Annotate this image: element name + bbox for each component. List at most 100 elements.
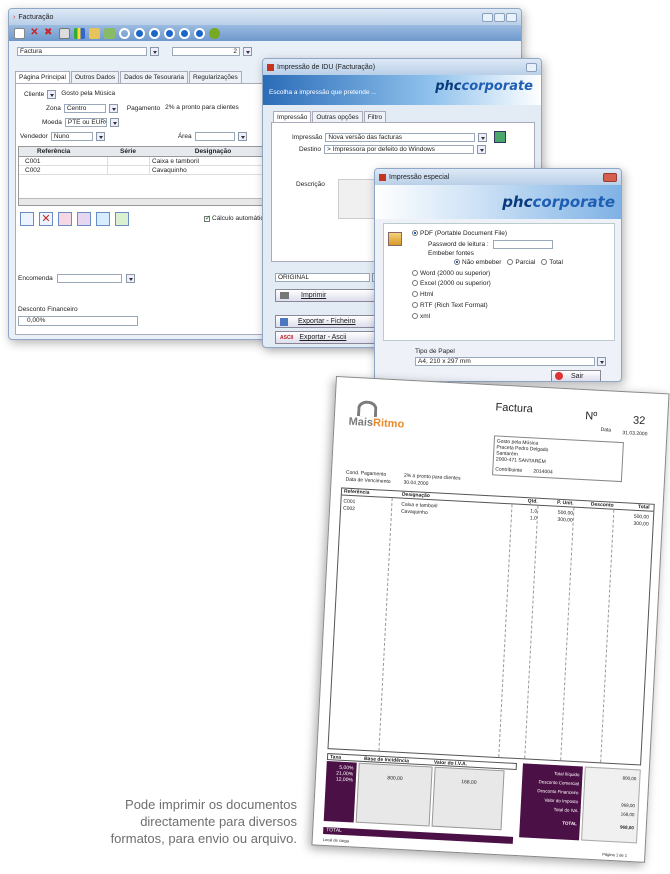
folder-icon[interactable] <box>89 27 100 39</box>
row-serie <box>107 166 149 174</box>
delete-line-icon[interactable]: ✕ <box>39 212 53 226</box>
row-serie <box>107 157 149 165</box>
total-bar-label: TOTAL <box>326 827 343 834</box>
tab-pagina-principal[interactable]: Página Principal <box>15 71 70 83</box>
doc-number-lookup[interactable] <box>243 47 252 56</box>
area-label: Área <box>177 133 192 140</box>
import-icon[interactable] <box>115 212 129 226</box>
moeda-field[interactable]: PTE ou EURO <box>64 118 107 127</box>
imprimir-button[interactable]: Imprimir <box>275 289 380 302</box>
col-designacao[interactable]: Designação <box>149 147 277 156</box>
col-qtd: Qtd. <box>527 498 538 505</box>
tools-icon[interactable] <box>104 27 115 39</box>
invoice-preview: MaisRitmo Factura Nº 32 Data 31.03.2000 … <box>311 376 670 863</box>
col-serie[interactable]: Série <box>107 147 149 156</box>
totals-value: 968,00 <box>619 824 634 831</box>
layout-icon[interactable] <box>494 131 507 143</box>
pagamento-field[interactable]: 2% a pronto para clientes <box>163 104 254 113</box>
data-venc-value: 30.04.2000 <box>403 479 429 487</box>
zona-dropdown[interactable] <box>108 104 118 113</box>
phc-banner: Escolha a impressão que pretende ... phc… <box>263 75 541 105</box>
exportar-ascii-button[interactable]: ASCII Exportar - Ascii <box>275 331 380 344</box>
cliente-lookup[interactable] <box>47 90 57 99</box>
vendedor-dropdown[interactable] <box>95 132 105 141</box>
window-controls <box>482 12 517 22</box>
tab-dados-tesouraria[interactable]: Dados de Tesouraria <box>120 71 188 83</box>
password-field[interactable] <box>492 240 553 249</box>
nav-prev-icon[interactable] <box>149 27 160 39</box>
desconto-field[interactable]: 0,00% <box>18 316 138 326</box>
doc-type-dropdown[interactable] <box>150 47 159 56</box>
new-doc-icon[interactable] <box>14 27 25 39</box>
caption: Pode imprimir os documentos directamente… <box>14 796 297 847</box>
chart-icon[interactable] <box>74 27 85 39</box>
tab-outros-dados[interactable]: Outros Dados <box>70 71 120 83</box>
area-dropdown[interactable] <box>237 132 247 141</box>
cancel-icon[interactable]: ✖ <box>44 27 55 39</box>
nav-first-icon[interactable] <box>134 27 145 39</box>
items-table: Referência Designação Qtd. P. Unit. Desc… <box>327 487 655 766</box>
phc-banner: phccorporate <box>375 185 621 219</box>
excel-radio[interactable] <box>412 280 418 287</box>
footer-left: Local de carga <box>322 836 350 844</box>
contribuinte-label: Contribuinte <box>495 466 523 474</box>
html-label: Html <box>420 291 434 298</box>
help-icon[interactable] <box>209 27 220 39</box>
sair-label: Sair <box>571 372 584 380</box>
vendedor-field[interactable]: Nuno <box>50 132 93 141</box>
zona-field[interactable]: Centro <box>63 104 106 113</box>
doc-type-select[interactable]: Factura <box>17 47 147 56</box>
print-options-icon <box>388 232 402 246</box>
refresh-icon[interactable] <box>194 27 205 39</box>
search-icon[interactable] <box>119 27 130 39</box>
embed-total-radio[interactable] <box>541 259 548 266</box>
rtf-radio[interactable] <box>412 302 418 309</box>
tab-regularizacoes[interactable]: Regularizações <box>188 71 242 83</box>
word-radio[interactable] <box>412 270 418 277</box>
encomenda-field[interactable] <box>56 274 122 283</box>
exportar-ficheiro-button[interactable]: Exportar - Ficheiro <box>275 315 380 328</box>
impressao-dropdown[interactable] <box>478 132 488 142</box>
moeda-dropdown[interactable] <box>109 118 119 127</box>
impressao-select[interactable]: Nova versão das facturas <box>325 132 476 142</box>
doc-number-field[interactable]: 2 <box>172 47 240 56</box>
list-icon[interactable] <box>96 212 110 226</box>
table-row[interactable]: C001 Caixa e tamboril <box>19 157 277 166</box>
grid-scrollbar[interactable] <box>19 198 277 205</box>
print-icon[interactable] <box>59 27 70 39</box>
table-row[interactable]: C002 Cavaquinho <box>19 166 277 175</box>
edit-line-icon[interactable] <box>58 212 72 226</box>
brand-logo: MaisRitmo <box>348 400 405 431</box>
tipo-papel-select[interactable]: A4, 210 x 297 mm <box>415 357 595 366</box>
cliente-field[interactable]: Gosto pela Música <box>59 90 130 99</box>
sair-button[interactable]: Sair <box>551 370 601 381</box>
phc-logo: phccorporate <box>502 193 615 211</box>
minimize-button[interactable] <box>482 12 493 22</box>
nav-last-icon[interactable] <box>179 27 190 39</box>
nav-next-icon[interactable] <box>164 27 175 39</box>
col-referencia[interactable]: Referência <box>19 147 107 156</box>
close-button[interactable] <box>506 12 517 22</box>
close-button[interactable] <box>526 62 537 72</box>
encomenda-lookup[interactable] <box>125 274 135 283</box>
embed-none-radio[interactable] <box>454 259 460 266</box>
impressao-especial-window: Impressão especial phccorporate PDF (Por… <box>374 168 622 382</box>
printer-icon <box>280 292 289 299</box>
html-radio[interactable] <box>412 291 418 298</box>
original-select[interactable]: ORIGINAL <box>275 273 370 282</box>
xml-radio[interactable] <box>412 313 418 320</box>
pdf-radio[interactable] <box>412 230 418 237</box>
copy-line-icon[interactable] <box>77 212 91 226</box>
maximize-button[interactable] <box>494 12 505 22</box>
area-field[interactable] <box>194 132 235 141</box>
destino-dropdown[interactable] <box>477 145 487 154</box>
totals-label: TOTAL <box>562 820 578 827</box>
delete-icon[interactable]: ✕ <box>29 27 40 39</box>
destino-select[interactable]: > Impressora por defeito do Windows <box>324 145 475 154</box>
close-button[interactable] <box>603 172 617 182</box>
calc-auto-checkbox[interactable] <box>204 214 211 222</box>
row-ref: C002 <box>342 505 356 513</box>
embed-partial-radio[interactable] <box>507 259 514 266</box>
tipo-papel-dropdown[interactable] <box>597 357 606 366</box>
add-line-icon[interactable] <box>20 212 34 226</box>
